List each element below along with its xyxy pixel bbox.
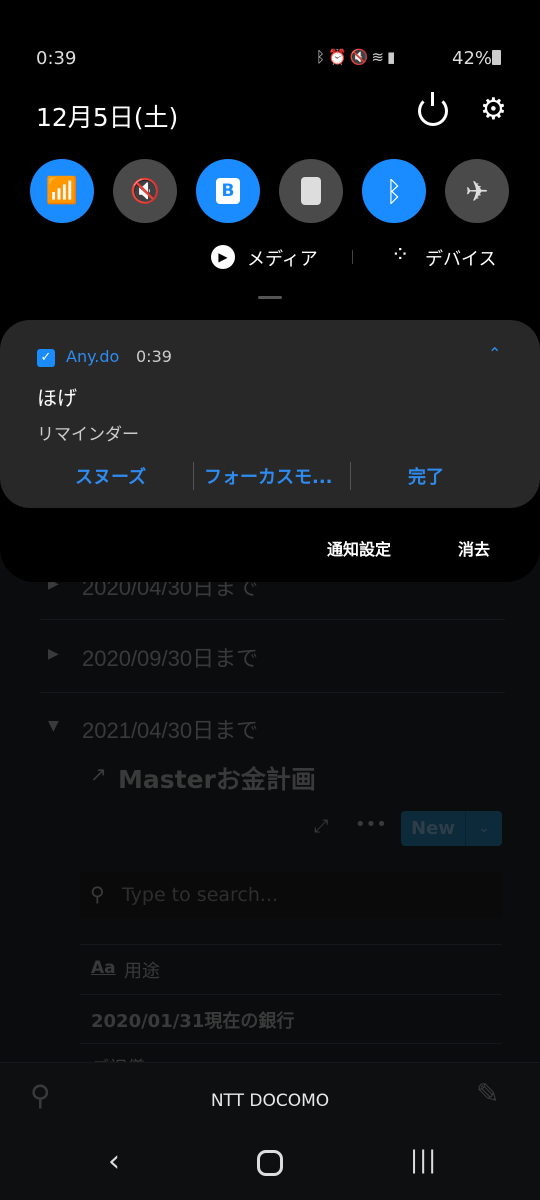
back-icon[interactable]: ‹ xyxy=(108,1144,120,1179)
app-name: Any.do xyxy=(66,347,120,366)
column-header[interactable]: 用途 xyxy=(124,957,160,983)
search-input[interactable]: ⚲ Type to search... xyxy=(80,872,502,919)
wifi-icon: ≋ xyxy=(371,48,387,66)
devices-icon[interactable]: ⁘ xyxy=(391,245,409,267)
notification-time: 0:39 xyxy=(136,347,172,366)
notification-title: ほげ xyxy=(37,386,77,410)
airplane-icon: ✈ xyxy=(465,174,489,208)
navigation-bar: ‹ ||| xyxy=(0,1132,540,1200)
clear-button[interactable]: 消去 xyxy=(458,536,490,560)
airplane-toggle[interactable]: ✈ xyxy=(445,159,509,223)
group-row[interactable]: 2021/04/30日まで xyxy=(82,713,258,745)
focus-mode-button[interactable]: フォーカスモ... xyxy=(204,463,333,489)
notification-text: リマインダー xyxy=(37,425,139,445)
signal-icon: ▮ xyxy=(386,48,399,66)
screen-lock-toggle[interactable] xyxy=(279,159,343,223)
anydo-check-icon: ✓ xyxy=(37,349,55,367)
recents-icon[interactable]: ||| xyxy=(410,1146,437,1174)
search-icon: ⚲ xyxy=(90,882,105,906)
b-icon: B xyxy=(215,178,241,204)
mute-icon: 🔇 xyxy=(349,48,372,66)
mute-toggle[interactable]: 🔇 xyxy=(113,159,177,223)
quick-panel: 0:39 ᛒ⏰🔇≋▮ 42% 12月5日(土) ⚙ 📶 🔇 B ᛒ ✈ ▶ メデ… xyxy=(0,0,540,582)
table-row[interactable]: 2020/01/31現在の銀行 xyxy=(91,1007,294,1033)
bluetooth-icon: ᛒ xyxy=(316,48,329,66)
new-button[interactable]: New ⌄ xyxy=(401,811,502,846)
mute-icon: 🔇 xyxy=(130,177,160,205)
wifi-icon: 📶 xyxy=(45,176,79,206)
clock: 0:39 xyxy=(36,48,77,69)
chevron-down-icon[interactable]: ⌄ xyxy=(465,811,502,846)
bottom-bar: ⚲ NTT DOCOMO ✎ xyxy=(0,1062,540,1132)
alarm-icon: ⏰ xyxy=(328,48,350,66)
snooze-button[interactable]: スヌーズ xyxy=(75,463,146,489)
bluetooth-toggle[interactable]: ᛒ xyxy=(362,159,426,223)
battery-level: 42% xyxy=(452,48,493,69)
status-icons: ᛒ⏰🔇≋▮ xyxy=(316,48,398,66)
group-row[interactable]: 2020/09/30日まで xyxy=(82,641,258,673)
new-label: New xyxy=(411,818,455,839)
b-app-toggle[interactable]: B xyxy=(196,159,260,223)
notification-settings-button[interactable]: 通知設定 xyxy=(327,536,391,560)
toggle-open-icon[interactable]: ▼ xyxy=(48,718,59,734)
more-icon[interactable]: ••• xyxy=(355,814,387,835)
home-icon[interactable] xyxy=(257,1150,283,1176)
wifi-toggle[interactable]: 📶 xyxy=(30,159,94,223)
date: 12月5日(土) xyxy=(36,103,179,132)
lock-icon xyxy=(301,177,321,205)
play-icon[interactable]: ▶ xyxy=(211,245,235,269)
carrier-label: NTT DOCOMO xyxy=(210,1091,330,1111)
expand-icon[interactable]: ⤢ xyxy=(314,816,328,837)
devices-button[interactable]: デバイス xyxy=(425,245,496,271)
bluetooth-icon: ᛒ xyxy=(385,174,403,208)
drag-handle[interactable] xyxy=(258,296,282,299)
complete-button[interactable]: 完了 xyxy=(408,463,444,489)
toggle-icon[interactable]: ▶ xyxy=(48,646,59,662)
media-button[interactable]: メディア xyxy=(247,245,318,271)
edit-icon[interactable]: ✎ xyxy=(476,1077,499,1110)
search-placeholder: Type to search... xyxy=(122,884,279,906)
link-arrow-icon: ↗ xyxy=(90,762,107,786)
page-link[interactable]: Masterお金計画 xyxy=(118,760,316,796)
battery-icon xyxy=(492,50,501,65)
text-type-icon: Aa xyxy=(91,958,116,978)
collapse-chevron-icon[interactable]: ⌃ xyxy=(488,344,501,363)
settings-gear-icon[interactable]: ⚙ xyxy=(480,92,507,127)
power-icon[interactable] xyxy=(418,92,448,126)
